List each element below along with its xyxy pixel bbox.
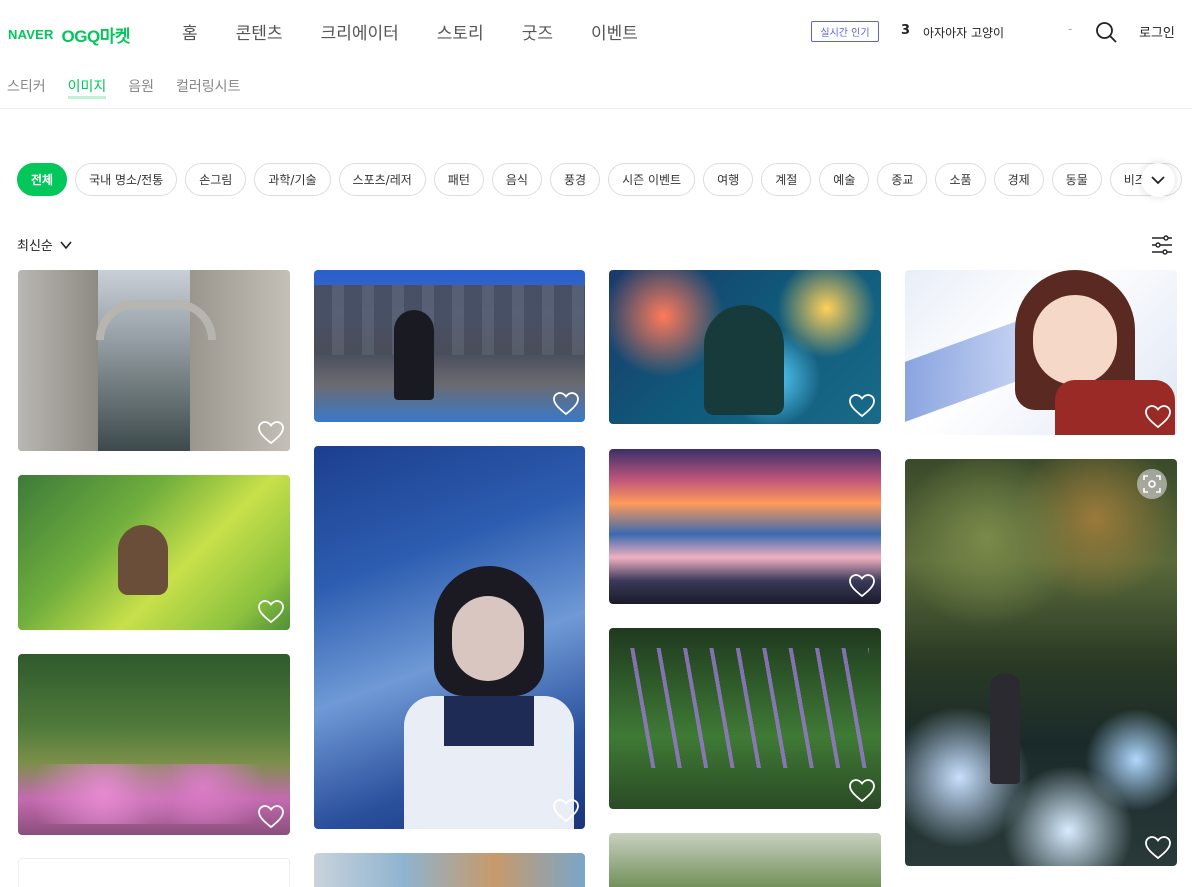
subnav-sticker[interactable]: 스티커 xyxy=(7,76,46,96)
heart-icon[interactable] xyxy=(258,421,284,445)
category-chip[interactable]: 시즌 이벤트 xyxy=(608,163,696,196)
main-nav: 홈 콘텐츠 크리에이터 스토리 굿즈 이벤트 xyxy=(182,19,676,44)
live-rank-keyword[interactable]: 아자아자 고양이 xyxy=(923,24,1004,41)
live-rank-number: 3 xyxy=(901,23,911,38)
image-detail xyxy=(905,459,1177,659)
lens-search-button[interactable] xyxy=(1137,469,1167,499)
image-detail xyxy=(96,300,216,340)
image-card[interactable] xyxy=(609,270,881,424)
image-detail xyxy=(394,310,434,400)
logo-ogq-market: OGQ마켓 xyxy=(61,27,131,46)
image-card[interactable] xyxy=(18,858,290,887)
live-rank-change: - xyxy=(1068,22,1073,36)
heart-icon[interactable] xyxy=(553,392,579,416)
category-chip[interactable]: 국내 명소/전통 xyxy=(75,163,178,196)
image-detail xyxy=(1033,295,1117,385)
category-chip[interactable]: 음식 xyxy=(491,163,542,196)
category-chip[interactable]: 여행 xyxy=(703,163,754,196)
sub-nav: 스티커 이미지 음원 컬러링시트 xyxy=(7,76,262,99)
image-detail xyxy=(18,270,98,451)
nav-home[interactable]: 홈 xyxy=(182,19,198,44)
image-detail xyxy=(28,764,278,824)
image-card[interactable] xyxy=(905,459,1177,866)
category-chip[interactable]: 손그림 xyxy=(185,163,247,196)
image-detail xyxy=(905,689,1177,866)
filter-sliders-icon[interactable] xyxy=(1150,233,1174,257)
category-chip[interactable]: 종교 xyxy=(877,163,928,196)
header: NAVER OGQ마켓 홈 콘텐츠 크리에이터 스토리 굿즈 이벤트 실시간 인… xyxy=(0,0,1192,62)
image-card[interactable] xyxy=(18,270,290,451)
category-chip[interactable]: 소품 xyxy=(935,163,986,196)
image-detail xyxy=(704,305,784,415)
sort-dropdown[interactable]: 최신순 xyxy=(17,235,73,254)
nav-story[interactable]: 스토리 xyxy=(437,19,484,44)
image-card[interactable] xyxy=(18,475,290,630)
image-card[interactable] xyxy=(905,270,1177,435)
login-button[interactable]: 로그인 xyxy=(1139,22,1175,41)
image-detail xyxy=(444,696,534,746)
heart-icon[interactable] xyxy=(849,394,875,418)
header-divider xyxy=(0,108,1192,109)
image-card[interactable] xyxy=(609,628,881,809)
category-chip[interactable]: 예술 xyxy=(819,163,870,196)
image-card[interactable] xyxy=(314,270,585,422)
image-detail xyxy=(990,674,1020,784)
category-chip[interactable]: 경제 xyxy=(993,163,1044,196)
subnav-music[interactable]: 음원 xyxy=(128,76,154,96)
image-detail xyxy=(452,596,524,681)
category-chip[interactable]: 스포츠/레저 xyxy=(338,163,426,196)
image-card[interactable] xyxy=(609,449,881,604)
nav-events[interactable]: 이벤트 xyxy=(591,19,638,44)
chevron-down-icon xyxy=(60,240,72,249)
nav-contents[interactable]: 콘텐츠 xyxy=(236,19,283,44)
heart-icon[interactable] xyxy=(258,805,284,829)
category-chip[interactable]: 과학/기술 xyxy=(254,163,331,196)
image-detail xyxy=(629,648,869,768)
subnav-coloring-sheet[interactable]: 컬러링시트 xyxy=(176,76,240,96)
category-expand-button[interactable] xyxy=(1141,163,1175,197)
heart-icon[interactable] xyxy=(849,779,875,803)
image-detail xyxy=(905,318,1025,422)
heart-icon[interactable] xyxy=(849,574,875,598)
logo[interactable]: NAVER OGQ마켓 xyxy=(8,22,131,47)
search-icon[interactable] xyxy=(1094,20,1118,44)
subnav-image[interactable]: 이미지 xyxy=(67,76,106,99)
category-chip[interactable]: 패턴 xyxy=(433,163,484,196)
heart-icon[interactable] xyxy=(1145,836,1171,860)
image-card[interactable] xyxy=(314,853,585,887)
heart-icon[interactable] xyxy=(1145,405,1171,429)
lens-search-icon xyxy=(1143,475,1161,493)
heart-icon[interactable] xyxy=(553,799,579,823)
category-chips: 전체 국내 명소/전통 손그림 과학/기술 스포츠/레저 패턴 음식 풍경 시즌… xyxy=(17,163,1182,196)
category-chip[interactable]: 풍경 xyxy=(549,163,601,196)
logo-naver: NAVER xyxy=(8,27,54,42)
category-chip[interactable]: 계절 xyxy=(761,163,812,196)
nav-creators[interactable]: 크리에이터 xyxy=(321,19,399,44)
image-detail xyxy=(314,285,585,355)
category-chip[interactable]: 전체 xyxy=(17,163,68,196)
sort-label: 최신순 xyxy=(17,239,53,254)
chevron-down-icon xyxy=(1151,176,1165,185)
image-detail xyxy=(118,525,168,595)
heart-icon[interactable] xyxy=(258,600,284,624)
nav-goods[interactable]: 굿즈 xyxy=(522,19,553,44)
category-chip[interactable]: 동물 xyxy=(1051,163,1102,196)
live-popular-badge[interactable]: 실시간 인기 xyxy=(811,21,879,42)
image-card[interactable] xyxy=(314,446,585,829)
image-card[interactable] xyxy=(609,833,881,887)
image-card[interactable] xyxy=(18,654,290,835)
